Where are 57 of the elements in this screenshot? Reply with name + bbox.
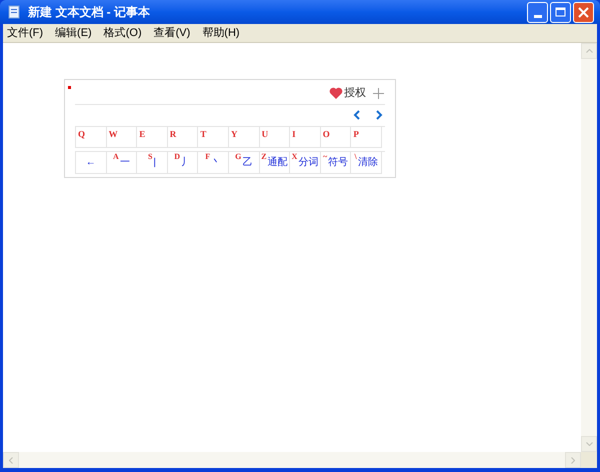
plus-icon[interactable]	[373, 88, 384, 98]
stroke-key[interactable]: \清除	[351, 152, 382, 174]
letter-key[interactable]: O	[320, 127, 352, 148]
resize-grip[interactable]	[581, 452, 597, 468]
notepad-icon	[8, 5, 20, 19]
key-symbol: 通配	[268, 156, 288, 168]
letter-key[interactable]: U	[260, 127, 290, 148]
letter-key[interactable]: P	[351, 127, 382, 148]
stroke-key[interactable]: ←	[76, 152, 107, 174]
key-symbol: 清除	[358, 156, 378, 168]
horizontal-scrollbar[interactable]	[3, 452, 581, 468]
letter-key[interactable]: Q	[76, 127, 107, 148]
key-letter: D	[174, 152, 180, 162]
key-letter: A	[113, 152, 119, 162]
key-symbol: 丶	[211, 156, 222, 168]
key-symbol: 分词	[298, 156, 318, 168]
key-symbol: 乙	[242, 156, 252, 168]
chevron-left-icon[interactable]	[353, 110, 360, 120]
menu-item[interactable]: 格式(O)	[104, 24, 142, 42]
menu-item[interactable]: 查看(V)	[154, 24, 190, 42]
key-letter: X	[292, 152, 298, 162]
key-letter: S	[148, 152, 152, 162]
letter-key[interactable]: W	[106, 127, 138, 148]
key-symbol: ←	[86, 156, 96, 168]
key-letter: G	[235, 152, 242, 162]
letter-key[interactable]: I	[290, 127, 321, 148]
maximize-icon	[555, 7, 566, 17]
stroke-key[interactable]: ~符号	[320, 152, 352, 174]
minimize-icon	[534, 14, 542, 18]
key-letter: \	[354, 152, 357, 162]
scroll-up-button[interactable]	[581, 43, 597, 59]
letter-key[interactable]: Y	[228, 127, 260, 148]
key-letter: ~	[322, 152, 328, 162]
key-symbol: 一	[120, 156, 130, 168]
menu-item[interactable]: 帮助(H)	[202, 24, 240, 42]
scroll-left-button[interactable]	[3, 452, 19, 468]
key-symbol: 丿	[180, 156, 191, 168]
letter-key[interactable]: E	[137, 127, 168, 148]
maximize-button[interactable]	[550, 2, 571, 22]
heart-icon	[329, 87, 343, 99]
scroll-right-button[interactable]	[565, 452, 581, 468]
key-symbol: |	[153, 156, 156, 168]
menu-item[interactable]: 编辑(E)	[55, 24, 92, 42]
close-icon	[578, 6, 589, 18]
key-letter: Z	[261, 152, 267, 162]
chevron-right-icon[interactable]	[376, 110, 383, 120]
vertical-scrollbar[interactable]	[581, 43, 597, 452]
letter-key[interactable]: T	[198, 127, 229, 148]
close-button[interactable]	[573, 2, 594, 22]
key-symbol: 符号	[328, 156, 348, 168]
minimize-button[interactable]	[527, 2, 548, 22]
auth-label[interactable]: 授权	[344, 84, 366, 102]
key-letter: F	[205, 152, 210, 162]
letter-key[interactable]: R	[168, 127, 198, 148]
menu-item[interactable]: 文件(F)	[7, 24, 44, 42]
scroll-down-button[interactable]	[581, 436, 597, 452]
window-title: 新建 文本文档 - 记事本	[28, 4, 150, 21]
